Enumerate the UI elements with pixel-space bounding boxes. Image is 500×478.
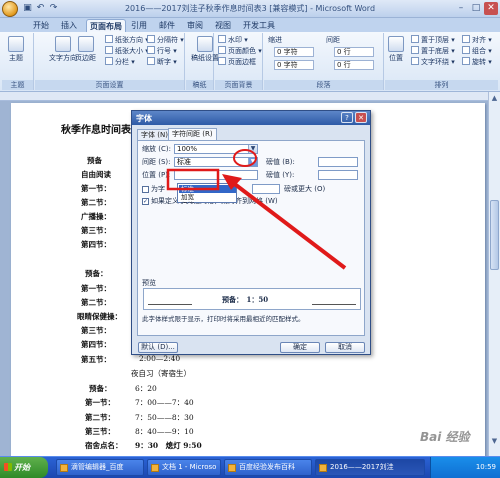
clock[interactable]: 10:59 <box>476 463 496 471</box>
word-icon <box>151 464 159 472</box>
annotation-arrow <box>230 180 347 270</box>
word-icon <box>319 464 327 472</box>
highlight-circle <box>233 149 257 167</box>
task-label: 2016——2017刘洼 <box>330 463 394 471</box>
taskbar-item[interactable]: 百度经验发布百科 <box>224 459 312 476</box>
taskbar-item[interactable]: 滴管编辑器_百度 <box>56 459 144 476</box>
taskbar-item-active[interactable]: 2016——2017刘洼 <box>315 459 425 476</box>
window-icon <box>60 464 68 472</box>
browser-icon <box>228 464 236 472</box>
watermark-text: Bai 经验 <box>420 430 470 444</box>
task-label: 百度经验发布百科 <box>239 463 295 471</box>
taskbar-item[interactable]: 文档 1 - Microso <box>147 459 221 476</box>
highlight-box <box>166 168 220 191</box>
windows-logo-icon <box>4 463 12 471</box>
system-tray: 10:59 <box>430 457 500 478</box>
baidu-watermark-logo: Bai 经验 <box>420 428 488 450</box>
task-label: 滴管编辑器_百度 <box>71 463 124 471</box>
annotation-overlay <box>166 149 347 270</box>
task-label: 文档 1 - Microso <box>162 463 217 471</box>
